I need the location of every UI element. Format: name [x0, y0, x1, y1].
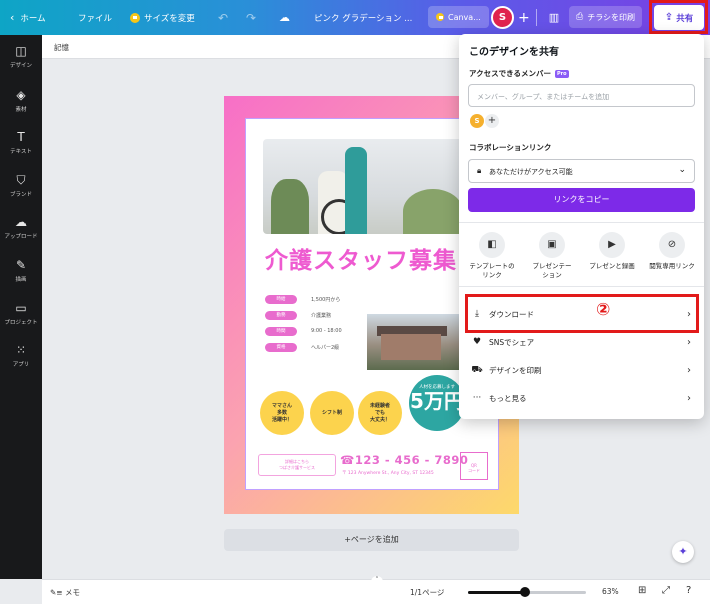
info-row[interactable]: 時間 9:00 - 18:00: [265, 326, 342, 336]
zoom-slider-fill: [468, 591, 525, 594]
magic-sparkle-icon[interactable]: ✦: [672, 541, 694, 563]
chevron-right-icon: ›: [687, 364, 691, 376]
sns-share-row[interactable]: ♥ SNSでシェア ›: [469, 331, 695, 353]
undo-icon[interactable]: ↶: [218, 0, 228, 35]
share-panel: このデザインを共有 アクセスできるメンバー Pro メンバー、グループ、またはチー…: [459, 34, 704, 419]
layout-icon: ◫: [15, 44, 27, 58]
subbar-note: 記憶: [54, 43, 69, 52]
contact-box[interactable]: 詳細はこちら つばさ介護サービス: [258, 454, 336, 476]
sidebar-item-elements[interactable]: ◈ 素材: [0, 88, 42, 113]
address-text[interactable]: 〒 123 Anywhere St., Any City, ST 12345: [342, 470, 434, 476]
design-title[interactable]: ピンク グラデーション ...: [314, 0, 412, 35]
chevron-right-icon: ›: [687, 336, 691, 348]
crown-icon: [130, 12, 140, 23]
link-icon: ⊘: [659, 232, 685, 258]
sidebar-item-projects[interactable]: ▭ プロジェクト: [0, 301, 42, 326]
info-row[interactable]: 資格 ヘルパー2級: [265, 342, 339, 352]
qr-code[interactable]: QR コード: [460, 452, 488, 480]
folder-icon: ▭: [15, 301, 27, 315]
sidebar-item-text[interactable]: T テキスト: [0, 130, 42, 155]
canva-pro-button[interactable]: Canva...: [428, 6, 489, 28]
print-flyer-button[interactable]: ⎙ チラシを印刷: [569, 6, 643, 28]
divider: [459, 222, 704, 223]
upload-icon: ☁: [15, 215, 27, 229]
redo-icon[interactable]: ↷: [246, 0, 256, 35]
lock-icon: 🔒︎: [477, 166, 482, 175]
share-panel-title: このデザインを共有: [469, 47, 559, 58]
top-toolbar: ‹ ホーム ファイル サイズを変更 ↶ ↷ ☁ ピンク グラデーション ... C…: [0, 0, 710, 35]
left-sidebar: ◫ デザイン ◈ 素材 T テキスト ⛉ ブランド ☁ アップロード ✎ 描画 ▭ プロジェク…: [0, 35, 42, 579]
sidebar-item-apps[interactable]: ⁙ アプリ: [0, 343, 42, 368]
access-label: アクセスできるメンバー Pro: [469, 69, 569, 78]
grip-handle-icon[interactable]: ⌃: [371, 576, 383, 582]
sidebar-item-draw[interactable]: ✎ 描画: [0, 258, 42, 283]
caregiver-photo[interactable]: [263, 139, 468, 234]
cloud-save-icon[interactable]: ☁: [279, 0, 290, 35]
toolbar-divider: [536, 9, 537, 26]
text-icon: T: [17, 130, 25, 144]
access-select[interactable]: 🔒︎ あなただけがアクセス可能 ⌄: [468, 159, 695, 183]
info-row[interactable]: 勤務 介護業務: [265, 310, 331, 320]
page-indicator[interactable]: 1/1ページ: [410, 587, 444, 598]
present-record-option[interactable]: ▶ プレゼンと録画: [583, 232, 641, 271]
add-member-icon[interactable]: +: [485, 114, 499, 128]
zoom-slider-knob[interactable]: [519, 587, 530, 597]
view-only-link-option[interactable]: ⊘ 閲覧専用リンク: [643, 232, 701, 271]
info-row[interactable]: 時給 1,500円から: [265, 294, 340, 304]
sidebar-item-design[interactable]: ◫ デザイン: [0, 44, 42, 69]
draw-icon: ✎: [15, 258, 27, 272]
user-avatar[interactable]: S: [491, 6, 514, 29]
truck-icon: ⛟: [471, 364, 483, 375]
see-more-row[interactable]: ··· もっと見る ›: [469, 387, 695, 409]
home-button[interactable]: ‹ ホーム: [10, 0, 46, 35]
phone-number[interactable]: ☎123 - 456 - 7890: [340, 453, 468, 467]
bottom-bar: ✎≡ メモ ⌃ 1/1ページ 63% ⊞ ⤢ ?: [42, 576, 710, 604]
annotation-marker-2: ②: [596, 300, 611, 320]
file-menu[interactable]: ファイル: [78, 0, 112, 35]
highlight-download-box: [465, 294, 699, 333]
badge[interactable]: シフト制: [310, 391, 354, 435]
record-icon: ▶: [599, 232, 625, 258]
chevron-down-icon: ⌄: [678, 165, 686, 175]
fullscreen-icon[interactable]: ⤢: [662, 585, 670, 596]
salary-circle[interactable]: 人材を応募します 5万円: [409, 375, 465, 431]
chevron-right-icon: ›: [687, 392, 691, 404]
zoom-slider[interactable]: [468, 587, 586, 597]
resize-button[interactable]: サイズを変更: [130, 0, 195, 35]
template-link-option[interactable]: ◧ テンプレートの リンク: [463, 232, 521, 280]
crown-icon: [436, 13, 444, 21]
notes-icon: ✎≡: [50, 588, 65, 597]
member-avatar[interactable]: S: [470, 114, 484, 128]
print-design-row[interactable]: ⛟ デザインを印刷 ›: [469, 359, 695, 381]
add-collaborator-icon[interactable]: +: [518, 0, 530, 35]
highlight-share-box: [649, 0, 708, 34]
badge[interactable]: 未経験者 でも 大丈夫！: [358, 391, 402, 435]
more-icon: ···: [472, 393, 482, 403]
copy-link-button[interactable]: リンクをコピー: [468, 188, 695, 212]
insights-icon[interactable]: ▥: [543, 6, 565, 28]
heart-icon: ♥: [472, 337, 482, 347]
grid-view-icon[interactable]: ⊞: [638, 585, 646, 596]
apps-icon: ⁙: [15, 343, 27, 357]
pro-badge: Pro: [554, 70, 569, 78]
collab-link-label: コラボレーションリンク: [469, 143, 552, 152]
print-icon: ⎙: [576, 12, 584, 22]
elements-icon: ◈: [16, 88, 26, 102]
present-option[interactable]: ▣ プレゼンテー ション: [523, 232, 581, 280]
add-page-button[interactable]: +ページを追加: [224, 529, 519, 551]
brand-icon: ⛉: [16, 173, 26, 187]
member-search-input[interactable]: メンバー、グループ、またはチームを追加: [468, 84, 695, 107]
notes-button[interactable]: ✎≡ メモ: [50, 587, 80, 598]
sidebar-item-brand[interactable]: ⛉ ブランド: [0, 173, 42, 198]
present-icon: ▣: [539, 232, 565, 258]
chevron-left-icon: ‹: [10, 11, 15, 24]
badge[interactable]: ママさん 多数 活躍中！: [260, 391, 304, 435]
zoom-level[interactable]: 63%: [602, 587, 619, 596]
facility-photo[interactable]: [367, 314, 463, 370]
divider: [459, 286, 704, 287]
sidebar-item-uploads[interactable]: ☁ アップロード: [0, 215, 42, 240]
template-icon: ◧: [479, 232, 505, 258]
help-icon[interactable]: ?: [686, 585, 691, 596]
